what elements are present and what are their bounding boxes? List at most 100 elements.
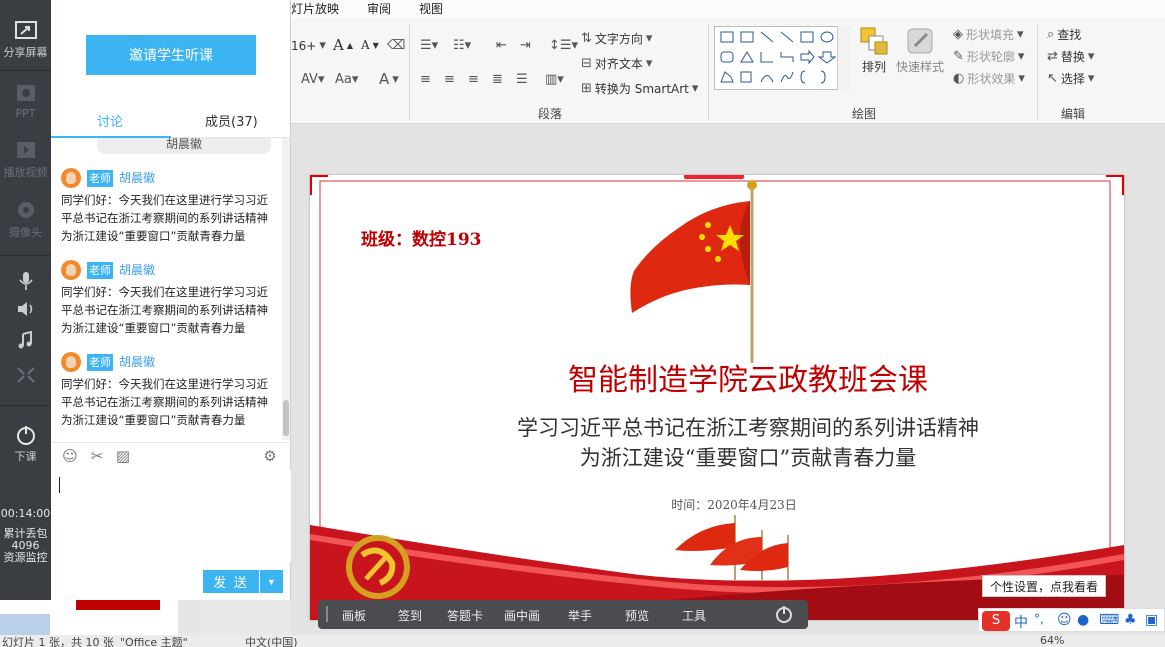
columns-button[interactable]: ▥▾ bbox=[545, 72, 564, 87]
find-button[interactable]: ⌕ 查找 bbox=[1047, 26, 1081, 43]
quick-styles-icon bbox=[907, 28, 933, 54]
bullets-button[interactable]: ☰▾ bbox=[420, 38, 438, 53]
binoculars-icon: ⌕ bbox=[1047, 27, 1055, 42]
select-button[interactable]: ↖ 选择 ▾ bbox=[1047, 70, 1094, 87]
font-color-button[interactable]: A ▾ bbox=[379, 70, 399, 88]
message-text: 同学们好：今天我们在这里进行学习习近平总书记在浙江考察期间的系列讲话精神为浙江建… bbox=[61, 193, 268, 243]
align-right-button[interactable]: ≡ bbox=[468, 72, 479, 87]
sogou-logo-icon[interactable]: S bbox=[982, 611, 1010, 631]
grow-font-button[interactable]: A ▲ bbox=[333, 36, 353, 54]
microphone-button[interactable] bbox=[0, 270, 51, 294]
line-spacing-button[interactable]: ↕☰▾ bbox=[549, 38, 578, 53]
power-icon[interactable] bbox=[774, 604, 794, 624]
camera-button[interactable]: 摄像头 bbox=[0, 200, 51, 240]
thumbnail-bar bbox=[76, 600, 160, 610]
scissors-icon[interactable]: ✂ bbox=[88, 447, 106, 465]
left-rail: 分享屏幕 PPT 播放视频 摄像头 下课 00:14:00 累计丢包 4096 … bbox=[0, 0, 51, 647]
status-slide-count: 幻灯片 1 张，共 10 张 bbox=[2, 636, 114, 647]
distribute-button[interactable]: ☰ bbox=[516, 72, 528, 87]
paragraph-group-label: 段落 bbox=[538, 107, 563, 121]
sender-name[interactable]: 胡晨徽 bbox=[119, 354, 155, 371]
smartart-icon: ⊞ bbox=[581, 81, 592, 96]
sender-name[interactable]: 胡晨徽 bbox=[119, 262, 155, 279]
replace-button[interactable]: ⇄ 替换 ▾ bbox=[1047, 48, 1094, 65]
message-text: 同学们好：今天我们在这里进行学习习近平总书记在浙江考察期间的系列讲话精神为浙江建… bbox=[61, 285, 268, 335]
invite-students-button[interactable]: 邀请学生听课 bbox=[86, 35, 256, 75]
scroll-thumb[interactable] bbox=[283, 400, 289, 436]
chat-input[interactable] bbox=[51, 470, 291, 562]
tab-slideshow[interactable]: 灯片放映 bbox=[291, 0, 339, 17]
image-icon[interactable]: ▨ bbox=[114, 447, 132, 465]
keyboard-icon[interactable]: ⌨ bbox=[1099, 612, 1119, 628]
tab-view[interactable]: 视图 bbox=[419, 0, 443, 17]
char-spacing-button[interactable]: AV▾ bbox=[301, 72, 324, 87]
toolbar-raise-hand[interactable]: 举手 bbox=[568, 607, 592, 624]
change-case-button[interactable]: Aa▾ bbox=[335, 72, 358, 87]
message-scrollbar[interactable] bbox=[282, 138, 290, 440]
avatar[interactable] bbox=[61, 260, 81, 280]
shape-outline-button[interactable]: ✎ 形状轮廓 ▾ bbox=[953, 48, 1024, 65]
align-left-button[interactable]: ≡ bbox=[420, 72, 431, 87]
font-size-select[interactable]: 16+ ▾ bbox=[291, 38, 326, 53]
slide-time: 时间：2020年4月23日 bbox=[671, 498, 797, 512]
music-button[interactable] bbox=[0, 330, 51, 354]
avatar[interactable] bbox=[61, 352, 81, 372]
toolbar-sign-in[interactable]: 签到 bbox=[398, 607, 422, 624]
toolbar-tools[interactable]: 工具 bbox=[682, 607, 706, 624]
status-theme: "Office 主题" bbox=[120, 636, 188, 647]
text-direction-button[interactable]: ⇅ 文字方向 ▾ bbox=[581, 30, 652, 47]
toolbar-whiteboard[interactable]: 画板 bbox=[342, 607, 366, 624]
decrease-indent-button[interactable]: ⇤ bbox=[496, 38, 507, 53]
toolbar-picture-in-picture[interactable]: 画中画 bbox=[504, 607, 540, 624]
toolbox-icon[interactable]: ▣ bbox=[1145, 612, 1158, 628]
slide-class-label: 班级：数控193 bbox=[361, 230, 482, 250]
emoji-icon[interactable]: ☺ bbox=[61, 447, 79, 465]
shapes-icon bbox=[720, 31, 837, 84]
convert-smartart-button[interactable]: ⊞ 转换为 SmartArt ▾ bbox=[581, 80, 698, 97]
shape-fill-button[interactable]: ◈ 形状填充 ▾ bbox=[953, 26, 1024, 43]
personal-settings-tip[interactable]: 个性设置，点我看看 bbox=[982, 575, 1106, 597]
toolbar-preview[interactable]: 预览 bbox=[625, 607, 649, 624]
end-class-button[interactable]: 下课 bbox=[0, 424, 51, 464]
message-list[interactable]: 胡晨徽 老师 胡晨徽 同学们好：今天我们在这里进行学习习近平总书记在浙江考察期间… bbox=[51, 138, 283, 440]
shape-gallery[interactable] bbox=[714, 26, 851, 90]
quick-styles-button[interactable]: 快速样式 bbox=[896, 26, 944, 75]
slide-subtitle-line2: 为浙江建设“重要窗口”贡献青春力量 bbox=[579, 446, 917, 470]
toolbar-answer-card[interactable]: 答题卡 bbox=[447, 607, 483, 624]
ime-lang-toggle[interactable]: 中 bbox=[1014, 612, 1028, 632]
send-button[interactable]: 发 送 bbox=[203, 570, 259, 593]
skin-icon[interactable]: ♣ bbox=[1124, 612, 1137, 628]
emoji-icon[interactable]: ☺ bbox=[1057, 612, 1072, 628]
clear-format-button[interactable]: ⌫ bbox=[387, 38, 405, 53]
play-video-button[interactable]: 播放视频 bbox=[0, 140, 51, 180]
arrange-button[interactable]: 排列 bbox=[859, 26, 889, 75]
voice-input-icon[interactable]: ● bbox=[1077, 612, 1089, 628]
settings-gear-icon[interactable]: ⚙ bbox=[261, 447, 279, 465]
share-screen-button[interactable]: 分享屏幕 bbox=[0, 20, 51, 60]
status-zoom[interactable]: 64% bbox=[1040, 635, 1064, 647]
resource-monitor-link[interactable]: 资源监控 bbox=[0, 552, 51, 564]
fullscreen-button[interactable] bbox=[0, 364, 51, 388]
tab-review[interactable]: 审阅 bbox=[367, 0, 391, 17]
shape-effects-button[interactable]: ◐ 形状效果 ▾ bbox=[953, 70, 1025, 87]
sender-name[interactable]: 胡晨徽 bbox=[119, 170, 155, 187]
shrink-font-button[interactable]: A ▼ bbox=[361, 38, 379, 52]
fullscreen-icon bbox=[16, 367, 35, 383]
align-center-button[interactable]: ≡ bbox=[444, 72, 455, 87]
tab-discussion[interactable]: 讨论 bbox=[97, 111, 123, 130]
tab-members[interactable]: 成员(37) bbox=[205, 111, 258, 130]
numbering-button[interactable]: ☷▾ bbox=[453, 38, 471, 53]
punctuation-icon[interactable]: °, bbox=[1034, 612, 1044, 626]
toolbar-grip[interactable] bbox=[326, 606, 328, 622]
increase-indent-button[interactable]: ⇥ bbox=[520, 38, 531, 53]
align-text-button[interactable]: ⊟ 对齐文本 ▾ bbox=[581, 55, 652, 72]
send-options-dropdown[interactable]: ▼ bbox=[260, 570, 283, 593]
avatar[interactable] bbox=[61, 168, 81, 188]
justify-button[interactable]: ≣ bbox=[492, 72, 503, 87]
speaker-button[interactable] bbox=[0, 298, 51, 322]
font-size-value: 16+ bbox=[291, 38, 317, 53]
role-badge: 老师 bbox=[87, 170, 113, 187]
shape-gallery-scroll[interactable] bbox=[837, 26, 851, 90]
ribbon-tabs: 灯片放映 审阅 视图 bbox=[291, 0, 1165, 18]
ppt-button[interactable]: PPT bbox=[0, 83, 51, 120]
